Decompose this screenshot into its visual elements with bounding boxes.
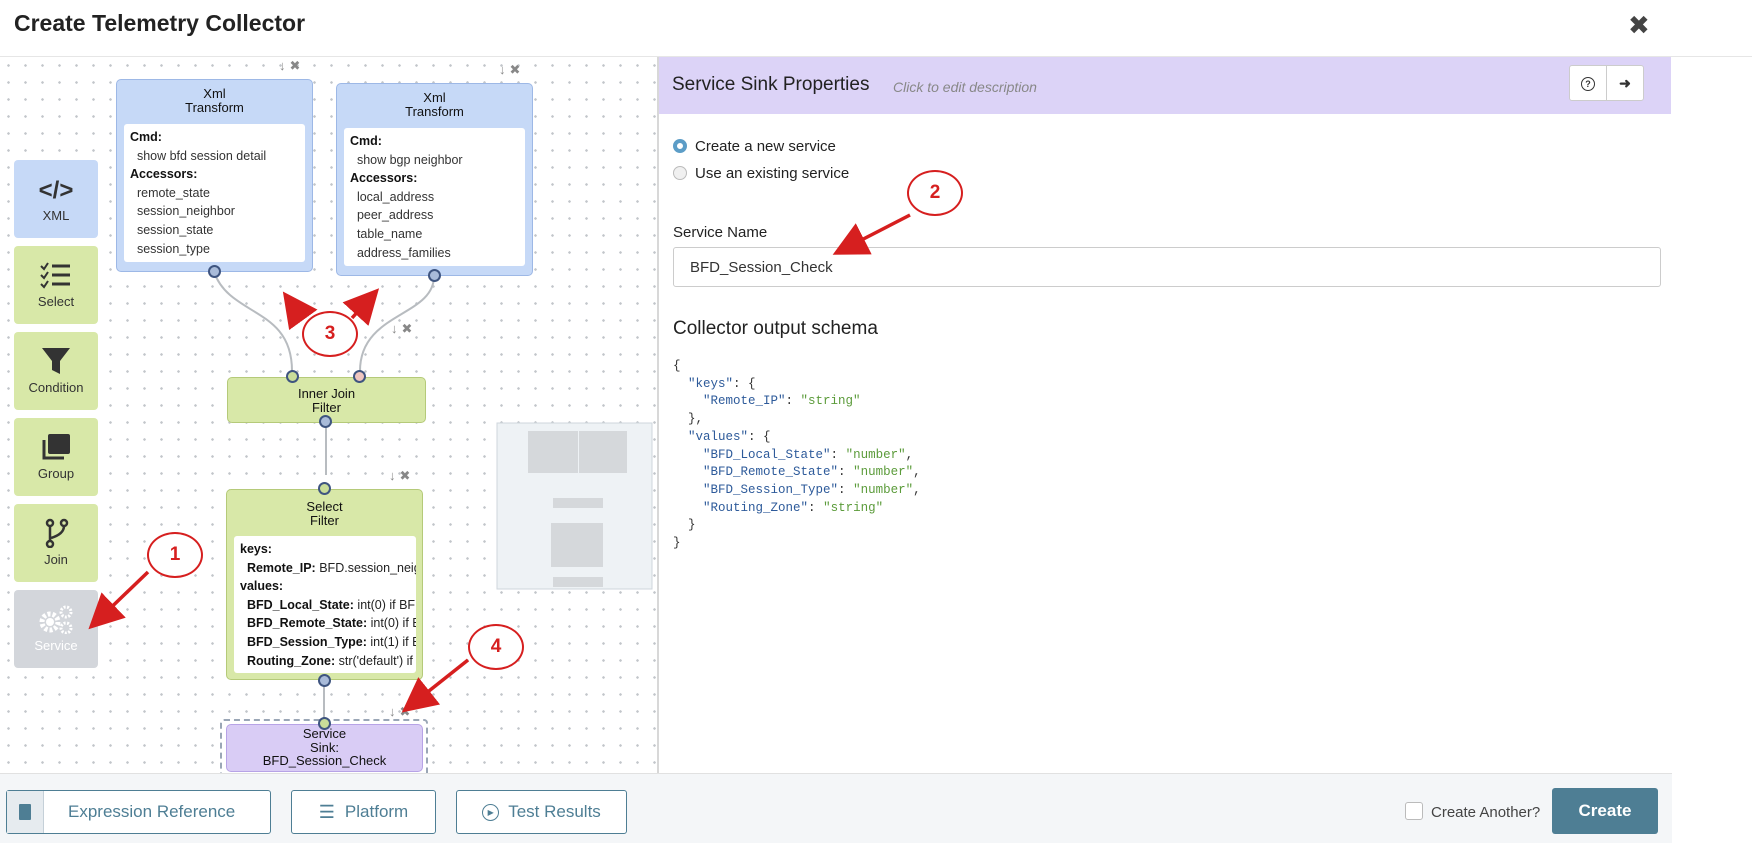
annotation-callout-4: 4 xyxy=(468,624,524,670)
annotation-callout-3: 3 xyxy=(302,311,358,357)
annotation-arrows xyxy=(88,213,911,713)
annotation-callout-2: 2 xyxy=(907,170,963,216)
annotation-callout-1: 1 xyxy=(147,532,203,578)
